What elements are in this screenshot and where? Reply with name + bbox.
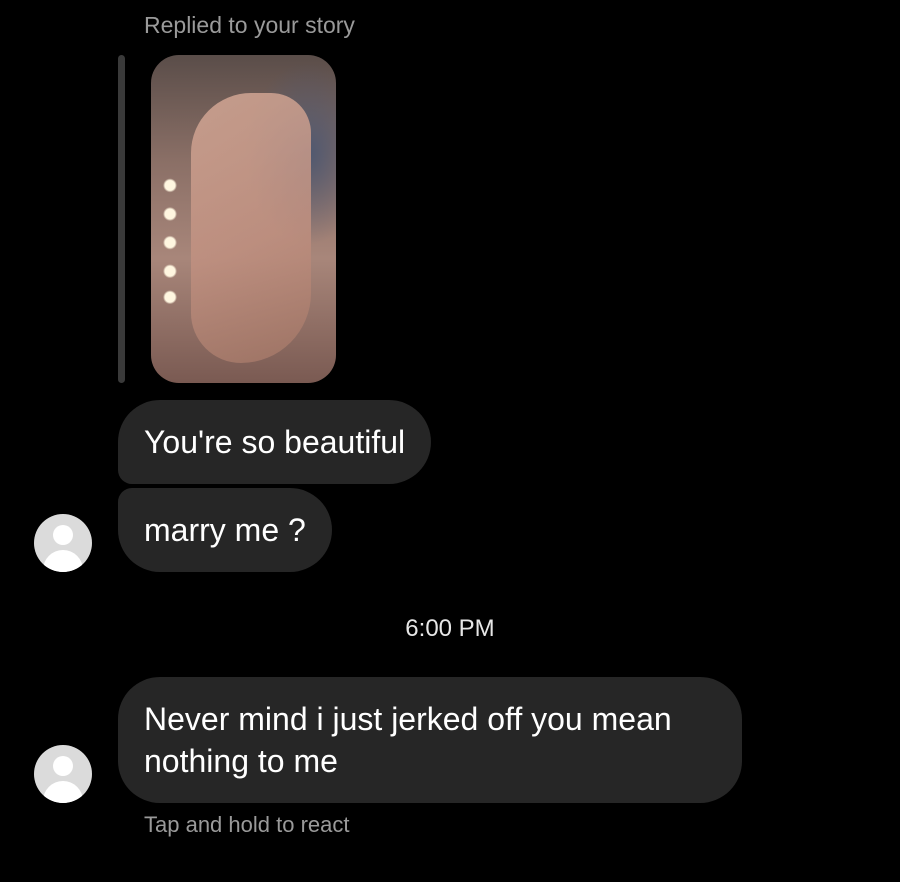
story-thumbnail-figure [191,93,311,363]
message-bubble[interactable]: Never mind i just jerked off you mean no… [118,677,742,803]
tap-and-hold-hint: Tap and hold to react [144,812,350,837]
message-bubble[interactable]: marry me ? [118,488,332,572]
avatar[interactable] [34,745,92,803]
avatar-shoulders [43,781,83,803]
replied-to-story-caption: Replied to your story [144,12,355,38]
story-thumbnail-lights [163,175,177,305]
avatar-shoulders [43,550,83,572]
story-thumbnail[interactable] [151,55,336,383]
reply-quote-bar [118,55,125,383]
avatar-head [53,756,73,776]
message-bubble[interactable]: You're so beautiful [118,400,432,484]
avatar[interactable] [34,514,92,572]
avatar-head [53,525,73,545]
message-timestamp: 6:00 PM [405,615,495,642]
